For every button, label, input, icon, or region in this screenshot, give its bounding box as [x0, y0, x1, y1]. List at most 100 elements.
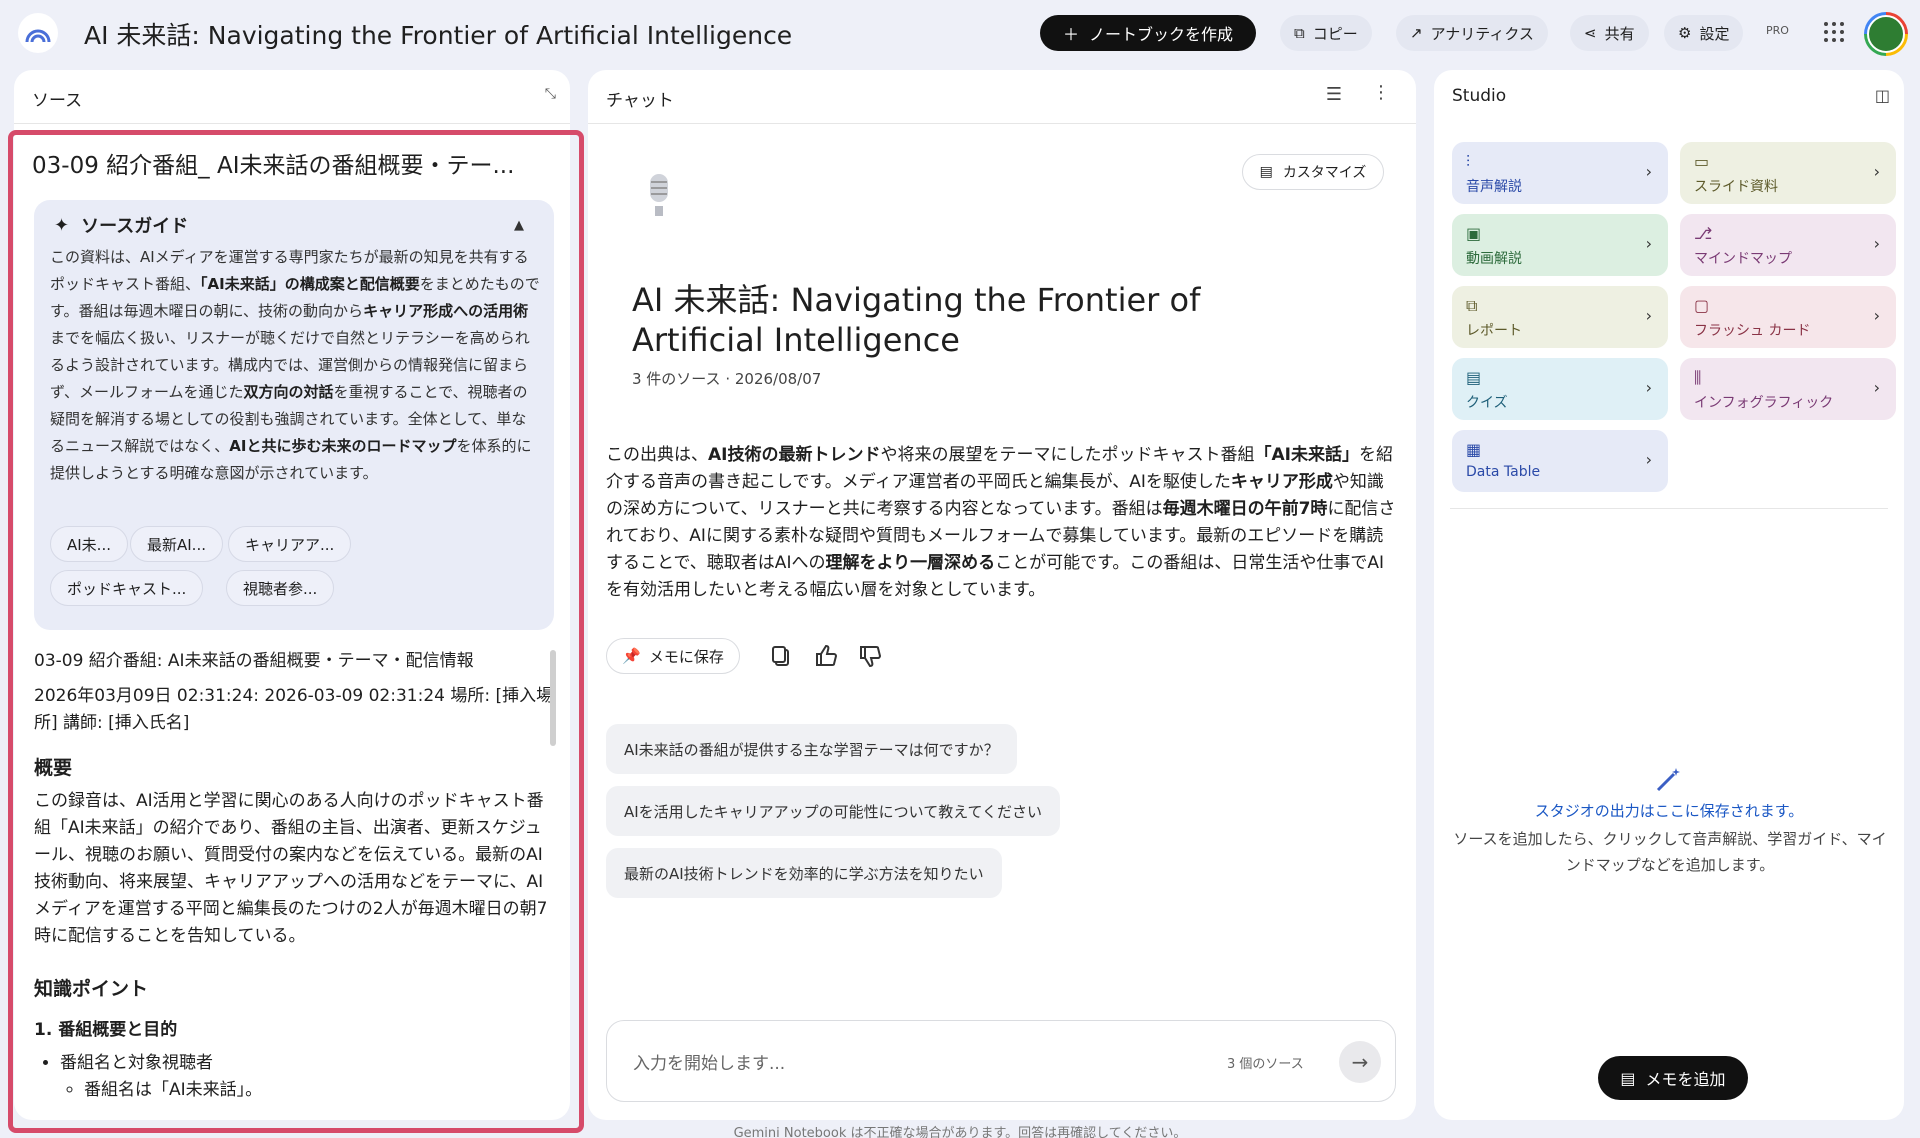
analytics-button[interactable]: ↗ アナリティクス	[1396, 15, 1548, 51]
save-to-memo-button[interactable]: 📌 メモに保存	[606, 638, 740, 674]
studio-tile[interactable]: ⫶ 音声解説 ›	[1452, 142, 1668, 204]
chat-panel: チャット ☰ ⋮ ▤ カスタマイズ AI 未来話: Navigating the …	[588, 70, 1416, 1120]
copy-button[interactable]: ⧉ コピー	[1280, 15, 1372, 51]
summary-text-segment: AI技術の最新トレンド	[708, 445, 881, 465]
send-button[interactable]: →	[1339, 1041, 1381, 1083]
notebook-heading: AI 未来話: Navigating the Frontier of Artif…	[632, 281, 1201, 359]
customize-label: カスタマイズ	[1282, 165, 1367, 181]
studio-tile-icon: ⫶	[1466, 152, 1471, 171]
copy-icon: ⧉	[1294, 24, 1305, 42]
magic-wand-icon	[1656, 768, 1680, 792]
tune-icon[interactable]: ☰	[1326, 84, 1342, 105]
studio-tile[interactable]: ⫼ インフォグラフィック ›	[1680, 358, 1896, 420]
sources-title: ソース	[32, 91, 83, 111]
studio-tile-label: 動画解説	[1466, 251, 1522, 267]
studio-tile-icon: ▭	[1694, 152, 1710, 171]
suggested-question[interactable]: 最新のAI技術トレンドを効率的に学ぶ方法を知りたい	[606, 848, 1002, 898]
collapse-panel-icon[interactable]: ⤡	[545, 86, 556, 102]
pro-badge: PRO	[1766, 24, 1789, 37]
create-notebook-label: ノートブックを作成	[1089, 25, 1234, 44]
studio-empty-desc: ソースを追加したら、クリックして音声解説、学習ガイド、マインドマップなどを追加し…	[1453, 830, 1887, 874]
studio-tile-label: フラッシュ カード	[1694, 323, 1811, 339]
studio-tile[interactable]: ⎇ マインドマップ ›	[1680, 214, 1896, 276]
share-button[interactable]: ⋖ 共有	[1570, 15, 1649, 51]
disclaimer: Gemini Notebook は不正確な場合があります。回答は再確認してくださ…	[733, 1126, 1187, 1138]
studio-tile-label: クイズ	[1466, 395, 1508, 411]
source-count: 3 個のソース	[1227, 1057, 1304, 1072]
more-vert-icon[interactable]: ⋮	[1372, 82, 1390, 103]
suggested-question[interactable]: AIを活用したキャリアアップの可能性について教えてください	[606, 786, 1061, 836]
studio-panel: Studio ◫ ⫶ 音声解説 › ▭ スライド資料 › ▣ 動画解説 › ⎇ マインドマップ › ⧉ レ…	[1434, 70, 1904, 1120]
pin-icon: 📌	[622, 647, 641, 665]
summary-text-segment: や将来の展望をテーマにしたポッドキャスト番組	[880, 445, 1255, 465]
studio-tile-label: インフォグラフィック	[1694, 395, 1834, 411]
highlight-box	[8, 130, 584, 1133]
studio-tile-icon: ⫼	[1694, 368, 1702, 387]
studio-tile[interactable]: ⧉ レポート ›	[1452, 286, 1668, 348]
top-bar: AI 未来話: Navigating the Frontier of Artif…	[0, 0, 1920, 68]
summary-text-segment: この出典は、	[606, 445, 708, 465]
microphone-icon	[650, 174, 668, 216]
settings-label: 設定	[1699, 24, 1730, 43]
arrow-right-icon: →	[1351, 1050, 1369, 1074]
studio-tile[interactable]: ▢ フラッシュ カード ›	[1680, 286, 1896, 348]
chevron-right-icon: ›	[1645, 234, 1652, 253]
studio-tile[interactable]: ▭ スライド資料 ›	[1680, 142, 1896, 204]
gear-icon: ⚙	[1678, 24, 1692, 42]
studio-tile-icon: ▢	[1694, 296, 1710, 315]
add-note-button[interactable]: ▤ メモを追加	[1598, 1056, 1748, 1100]
studio-tile-icon: ▦	[1466, 440, 1482, 459]
apps-grid-icon[interactable]	[1824, 22, 1844, 42]
chat-header: チャット ☰ ⋮	[588, 70, 1416, 124]
chat-input[interactable]: 入力を開始します...	[633, 1049, 785, 1074]
studio-tile-icon: ⧉	[1466, 296, 1478, 315]
summary-text-segment: キャリア形成	[1230, 472, 1333, 492]
studio-tile-label: レポート	[1466, 323, 1522, 339]
chevron-right-icon: ›	[1873, 306, 1880, 325]
studio-tile[interactable]: ▦ Data Table ›	[1452, 430, 1668, 492]
studio-tile-icon: ▤	[1466, 368, 1482, 387]
studio-tile-label: スライド資料	[1694, 179, 1778, 195]
chevron-right-icon: ›	[1645, 162, 1652, 181]
analytics-label: アナリティクス	[1430, 24, 1534, 43]
studio-empty-title: スタジオの出力はここに保存されます。	[1534, 802, 1804, 820]
divider	[1450, 508, 1888, 509]
studio-tile[interactable]: ▤ クイズ ›	[1452, 358, 1668, 420]
studio-tile-icon: ▣	[1466, 224, 1482, 243]
studio-tile-icon: ⎇	[1694, 224, 1713, 243]
copy-icon[interactable]	[770, 644, 794, 668]
chat-title: チャット	[606, 91, 674, 111]
note-icon: ▤	[1620, 1068, 1636, 1088]
chevron-right-icon: ›	[1645, 306, 1652, 325]
notebook-title[interactable]: AI 未来話: Navigating the Frontier of Artif…	[84, 16, 792, 52]
studio-tile[interactable]: ▣ 動画解説 ›	[1452, 214, 1668, 276]
plus-icon: ＋	[1062, 25, 1079, 44]
chevron-right-icon: ›	[1873, 378, 1880, 397]
add-note-label: メモを追加	[1645, 1070, 1726, 1089]
summary-text-segment: 「AI未来話」	[1254, 445, 1359, 465]
avatar[interactable]	[1864, 12, 1908, 56]
summary-text-segment: 毎週木曜日の午前7時	[1162, 499, 1328, 519]
summary-text-segment: 理解をより一層深める	[825, 553, 996, 573]
studio-title: Studio	[1452, 86, 1507, 106]
studio-tile-label: マインドマップ	[1694, 251, 1792, 267]
thumbs-down-icon[interactable]	[858, 644, 882, 668]
chat-input-box[interactable]: 入力を開始します... 3 個のソース →	[606, 1020, 1396, 1102]
chevron-right-icon: ›	[1873, 162, 1880, 181]
copy-label: コピー	[1312, 24, 1358, 43]
sources-header: ソース ⤡	[14, 70, 570, 124]
share-icon: ⋖	[1584, 24, 1597, 42]
customize-button[interactable]: ▤ カスタマイズ	[1242, 154, 1384, 190]
app-logo-icon[interactable]	[18, 13, 58, 53]
create-notebook-button[interactable]: ＋ ノートブックを作成	[1040, 15, 1256, 51]
suggested-question[interactable]: AI未来話の番組が提供する主な学習テーマは何ですか？	[606, 724, 1017, 774]
thumbs-up-icon[interactable]	[814, 644, 838, 668]
studio-tile-label: 音声解説	[1466, 179, 1522, 195]
settings-button[interactable]: ⚙ 設定	[1664, 15, 1744, 51]
notebook-summary: この出典は、AI技術の最新トレンドや将来の展望をテーマにしたポッドキャスト番組「…	[606, 442, 1396, 604]
save-memo-label: メモに保存	[648, 647, 724, 666]
chevron-right-icon: ›	[1873, 234, 1880, 253]
toggle-panel-icon[interactable]: ◫	[1875, 86, 1890, 105]
studio-tile-label: Data Table	[1466, 464, 1541, 480]
customize-icon: ▤	[1259, 164, 1273, 180]
